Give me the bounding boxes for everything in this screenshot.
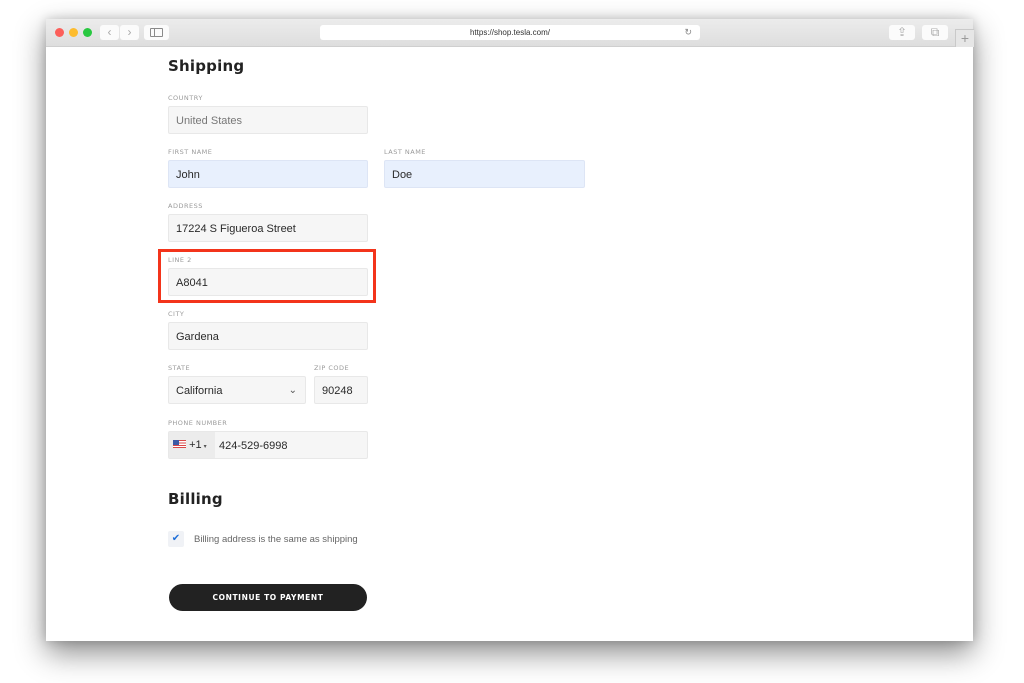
country-value: United States <box>176 115 243 127</box>
last-name-label: LAST NAME <box>384 148 426 156</box>
address-field[interactable]: 17224 S Figueroa Street <box>168 214 368 242</box>
zip-label: ZIP CODE <box>314 364 350 372</box>
url-text: https://shop.tesla.com/ <box>469 28 551 37</box>
city-value: Gardena <box>176 331 219 343</box>
first-name-value: John <box>176 169 200 181</box>
phone-country-select[interactable]: +1 ▾ <box>169 432 215 458</box>
address-value: 17224 S Figueroa Street <box>176 223 296 235</box>
new-tab-button[interactable]: + <box>955 29 974 47</box>
maximize-window-button[interactable] <box>83 28 92 37</box>
last-name-field[interactable]: Doe <box>384 160 585 188</box>
checkmark-icon: ✔ <box>171 533 181 544</box>
highlight-box <box>158 249 376 303</box>
city-field[interactable]: Gardena <box>168 322 368 350</box>
last-name-value: Doe <box>392 169 413 181</box>
chevron-down-icon: ⌄ <box>288 385 297 396</box>
state-select[interactable]: California ⌄ <box>168 376 306 404</box>
plus-icon: + <box>960 30 970 46</box>
continue-to-payment-button[interactable]: CONTINUE TO PAYMENT <box>169 584 367 611</box>
us-flag-icon <box>173 440 186 449</box>
chevron-right-icon: › <box>127 25 132 39</box>
sidebar-toggle-button[interactable] <box>144 25 169 40</box>
caret-down-icon: ▾ <box>203 444 207 450</box>
tabs-icon: ⧉ <box>930 25 940 39</box>
shipping-heading: Shipping <box>168 57 245 75</box>
forward-button[interactable]: › <box>120 25 139 40</box>
phone-field[interactable]: +1 ▾ 424-529-6998 <box>168 431 368 459</box>
city-label: CITY <box>168 310 185 318</box>
billing-heading: Billing <box>168 490 223 508</box>
same-as-shipping-label[interactable]: Billing address is the same as shipping <box>194 534 358 545</box>
address-label: ADDRESS <box>168 202 203 210</box>
first-name-label: FIRST NAME <box>168 148 213 156</box>
close-window-button[interactable] <box>55 28 64 37</box>
country-field[interactable]: United States <box>168 106 368 134</box>
share-button[interactable]: ⇪ <box>889 25 915 40</box>
phone-country-code: +1 <box>189 439 202 451</box>
country-label: COUNTRY <box>168 94 203 102</box>
address-bar[interactable]: https://shop.tesla.com/ ↻ <box>320 25 700 40</box>
phone-label: PHONE NUMBER <box>168 419 228 427</box>
state-value: California <box>176 385 223 397</box>
zip-value: 90248 <box>322 385 353 397</box>
same-as-shipping-checkbox[interactable]: ✔ <box>168 531 184 547</box>
phone-value: 424-529-6998 <box>219 440 288 452</box>
zip-field[interactable]: 90248 <box>314 376 368 404</box>
browser-window: ‹ › https://shop.tesla.com/ ↻ ⇪ ⧉ + Ship… <box>46 19 974 641</box>
checkout-page: Shipping COUNTRY United States FIRST NAM… <box>46 47 973 641</box>
minimize-window-button[interactable] <box>69 28 78 37</box>
first-name-field[interactable]: John <box>168 160 368 188</box>
reload-icon[interactable]: ↻ <box>684 25 692 40</box>
share-icon: ⇪ <box>896 25 908 39</box>
browser-toolbar: ‹ › https://shop.tesla.com/ ↻ ⇪ ⧉ + <box>46 19 974 47</box>
show-tabs-button[interactable]: ⧉ <box>922 25 948 40</box>
back-button[interactable]: ‹ <box>100 25 119 40</box>
chevron-left-icon: ‹ <box>107 25 112 39</box>
state-label: STATE <box>168 364 191 372</box>
sidebar-icon <box>150 28 163 37</box>
